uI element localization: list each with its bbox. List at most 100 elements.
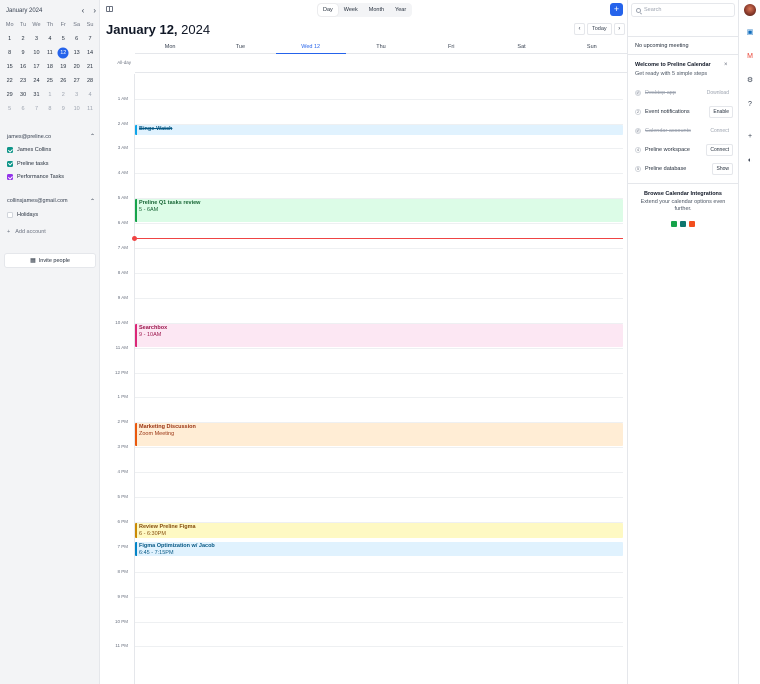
mini-next-button[interactable]: ›	[93, 7, 96, 15]
outlook-icon[interactable]: ▣	[745, 27, 755, 37]
mini-day[interactable]: 6	[70, 32, 83, 46]
checkbox[interactable]	[7, 160, 13, 167]
mini-day[interactable]: 30	[16, 88, 29, 102]
mini-day[interactable]: 13	[70, 46, 83, 60]
calendar-event[interactable]: Review Preline Figma 6 - 6:30PM	[135, 522, 623, 538]
gmail-icon[interactable]: M	[745, 51, 755, 61]
mini-day[interactable]: 9	[16, 46, 29, 60]
mini-day[interactable]: 14	[83, 46, 96, 60]
account-header[interactable]: james@preline.co ⌃	[7, 133, 95, 141]
mini-day[interactable]: 4	[43, 32, 56, 46]
mini-day[interactable]: 26	[57, 74, 70, 88]
mini-prev-button[interactable]: ‹	[82, 7, 85, 15]
mini-day[interactable]: 7	[83, 32, 96, 46]
mini-day[interactable]: 9	[57, 102, 70, 116]
mini-day[interactable]: 5	[57, 32, 70, 46]
mini-day[interactable]: 29	[3, 88, 16, 102]
view-tab-day[interactable]: Day	[318, 4, 338, 16]
view-tab-year[interactable]: Year	[390, 4, 411, 16]
mini-day[interactable]: 25	[43, 74, 56, 88]
view-tab-week[interactable]: Week	[339, 4, 363, 16]
hour-gridline	[135, 248, 623, 249]
mini-day[interactable]: 10	[30, 46, 43, 60]
chevron-up-icon[interactable]: ⌃	[90, 133, 95, 140]
mini-day[interactable]: 7	[30, 102, 43, 116]
mini-day[interactable]: 4	[83, 88, 96, 102]
mini-day[interactable]: 11	[83, 102, 96, 116]
mini-day[interactable]: 3	[30, 32, 43, 46]
step-action-button[interactable]: Show	[712, 162, 733, 175]
day-header[interactable]: Mon	[135, 40, 205, 53]
step-action-button[interactable]: Connect	[706, 125, 733, 137]
mini-day[interactable]: 31	[30, 88, 43, 102]
help-icon[interactable]: ?	[745, 99, 755, 109]
mini-day[interactable]: 15	[3, 60, 16, 74]
sidebar-toggle-icon[interactable]	[106, 6, 113, 12]
day-header[interactable]: Fri	[416, 40, 486, 53]
day-header[interactable]: Sun	[557, 40, 627, 53]
calendar-event[interactable]: Figma Optimization w/ Jacob 6:45 - 7:15PM	[135, 541, 623, 557]
checkbox[interactable]	[7, 147, 13, 153]
mini-day[interactable]: 21	[83, 60, 96, 74]
mini-day[interactable]: 24	[30, 74, 43, 88]
create-event-button[interactable]: +	[610, 3, 623, 16]
next-day-button[interactable]: ›	[613, 23, 625, 35]
checkbox[interactable]	[7, 211, 13, 218]
excel-icon[interactable]	[671, 221, 677, 227]
mini-day[interactable]: 1	[43, 88, 56, 102]
invite-people-button[interactable]: ▦ Invite people	[4, 253, 96, 268]
mini-day[interactable]: 19	[57, 60, 70, 74]
prev-day-button[interactable]: ‹	[574, 23, 585, 35]
mini-day[interactable]: 27	[70, 74, 83, 88]
add-account-button[interactable]: + Add account	[7, 229, 46, 235]
figma-icon[interactable]	[689, 221, 695, 227]
account-header[interactable]: collinsjames@gmail.com ⌃	[7, 198, 95, 205]
mini-day[interactable]: 8	[3, 46, 16, 60]
step-action-button[interactable]: Connect	[706, 143, 733, 156]
calendar-event[interactable]: Searchbox 9 - 10AM	[135, 323, 623, 347]
calendar-toggle[interactable]: James Collins	[7, 147, 51, 153]
mini-day[interactable]: 11	[43, 46, 56, 60]
chevron-up-icon[interactable]: ⌃	[90, 198, 95, 205]
close-icon[interactable]: ×	[724, 62, 728, 68]
day-header[interactable]: Sat	[486, 40, 556, 53]
day-header[interactable]: Tue	[205, 40, 275, 53]
day-header[interactable]: Thu	[346, 40, 416, 53]
calendar-event[interactable]: Binge-Watch	[135, 124, 623, 135]
mini-day[interactable]: 10	[70, 102, 83, 116]
calendar-toggle[interactable]: Preline tasks	[7, 160, 49, 167]
mini-day[interactable]: 17	[30, 60, 43, 74]
theme-icon[interactable]: ◐	[745, 155, 755, 165]
settings-icon[interactable]: ⚙	[745, 75, 755, 85]
day-header[interactable]: Wed 12	[275, 40, 347, 54]
mini-day[interactable]: 20	[70, 60, 83, 74]
mini-day[interactable]: 22	[3, 74, 16, 88]
calendar-event[interactable]: Preline Q1 tasks review 5 - 6AM	[135, 199, 623, 223]
mini-day[interactable]: 2	[16, 32, 29, 46]
mini-day[interactable]: 23	[16, 74, 29, 88]
view-tab-month[interactable]: Month	[364, 4, 389, 16]
calendar-toggle[interactable]: Performance Tasks	[7, 174, 64, 180]
hour-label: 10 PM	[114, 618, 128, 624]
calendar-toggle[interactable]: Holidays	[7, 211, 38, 218]
mini-day[interactable]: 18	[43, 60, 56, 74]
step-action-button[interactable]: Enable	[709, 105, 733, 118]
mini-day[interactable]: 28	[83, 74, 96, 88]
mini-day[interactable]: 8	[43, 102, 56, 116]
mini-day[interactable]: 2	[57, 88, 70, 102]
today-button[interactable]: Today	[587, 23, 612, 35]
sheets-icon[interactable]	[680, 221, 686, 227]
mini-day[interactable]: 3	[70, 88, 83, 102]
step-action-button[interactable]: Download	[703, 87, 733, 99]
calendar-event[interactable]: Marketing Discussion Zoom Meeting	[135, 423, 623, 447]
add-icon[interactable]: +	[745, 131, 755, 141]
mini-day[interactable]: 5	[3, 102, 16, 116]
avatar[interactable]	[744, 4, 756, 16]
search-input[interactable]: Search	[631, 3, 735, 17]
mini-day[interactable]: 16	[16, 60, 29, 74]
mini-day[interactable]: 6	[16, 102, 29, 116]
checkbox[interactable]	[7, 174, 13, 180]
mini-day[interactable]: 12	[57, 46, 70, 60]
mini-day[interactable]: 1	[3, 32, 16, 46]
event-title: Searchbox	[139, 324, 168, 331]
